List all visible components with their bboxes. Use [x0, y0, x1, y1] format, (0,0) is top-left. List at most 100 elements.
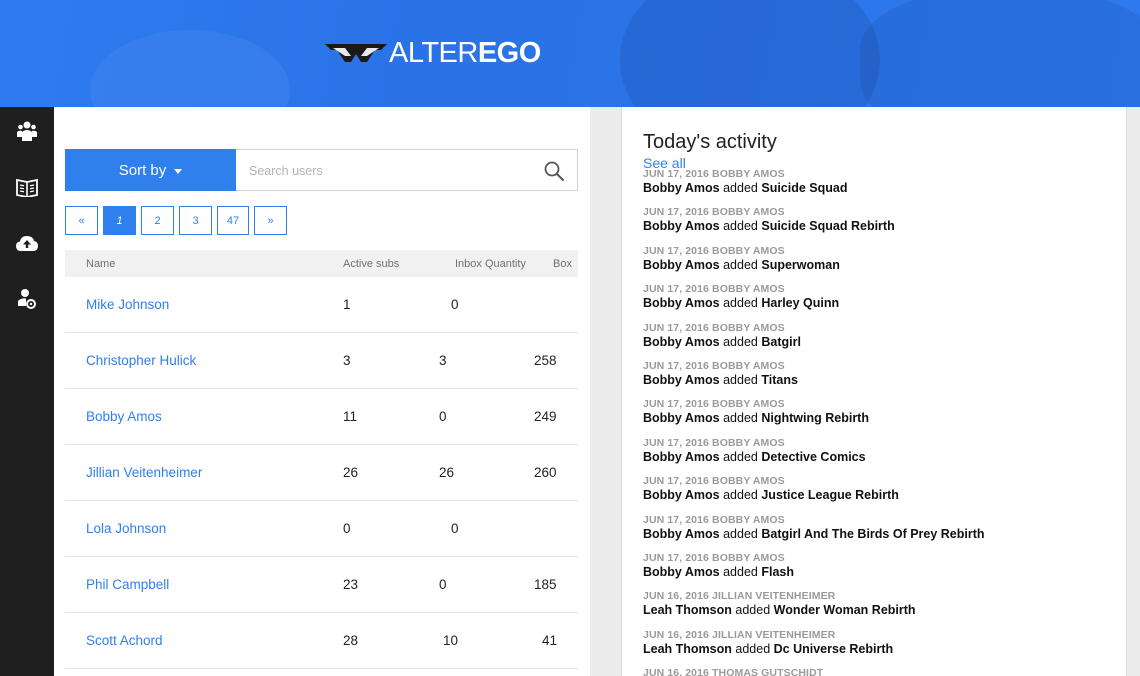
- activity-item: JUN 16, 2016 THOMAS GUTSCHIDT: [643, 667, 1113, 676]
- activity-meta: JUN 17, 2016 BOBBY AMOS: [643, 436, 785, 449]
- active-subs-value: 1: [343, 297, 351, 312]
- activity-line: Bobby Amos added Justice League Rebirth: [643, 488, 1113, 502]
- page-prev-button[interactable]: «: [65, 206, 98, 235]
- activity-comic-title: Flash: [761, 564, 795, 579]
- activity-verb: added: [735, 641, 771, 656]
- activity-item: JUN 17, 2016 BOBBY AMOS Bobby Amos added…: [643, 245, 1113, 283]
- activity-line: Bobby Amos added Suicide Squad Rebirth: [643, 219, 1113, 233]
- user-name-link[interactable]: Christopher Hulick: [86, 353, 196, 368]
- user-name-link[interactable]: Jillian Veitenheimer: [86, 465, 202, 480]
- activity-user: Bobby Amos: [643, 449, 720, 464]
- activity-user: Bobby Amos: [643, 257, 720, 272]
- user-name-link[interactable]: Scott Achord: [86, 633, 163, 648]
- table-header: Name Active subs Inbox Quantity Box: [65, 250, 578, 277]
- page-button-2[interactable]: 2: [141, 206, 174, 235]
- activity-meta: JUN 16, 2016 THOMAS GUTSCHIDT: [643, 667, 824, 676]
- activity-item: JUN 17, 2016 BOBBY AMOS Bobby Amos added…: [643, 437, 1113, 475]
- search-icon[interactable]: [543, 160, 565, 182]
- activity-meta: JUN 17, 2016 BOBBY AMOS: [643, 475, 785, 488]
- activity-comic-title: Suicide Squad Rebirth: [761, 219, 895, 234]
- column-header-inbox-quantity[interactable]: Inbox Quantity: [455, 258, 526, 270]
- activity-verb: added: [723, 411, 758, 426]
- active-subs-value: 26: [343, 465, 359, 480]
- activity-comic-title: Wonder Woman Rebirth: [773, 603, 916, 618]
- box-value: 41: [542, 633, 558, 648]
- activity-verb: added: [723, 564, 758, 579]
- activity-comic-title: Detective Comics: [761, 449, 866, 464]
- activity-item: JUN 17, 2016 BOBBY AMOS Bobby Amos added…: [643, 514, 1113, 552]
- header-texture: [620, 0, 880, 107]
- activity-meta: JUN 17, 2016 BOBBY AMOS: [643, 359, 785, 372]
- user-name-link[interactable]: Phil Campbell: [86, 577, 169, 592]
- active-subs-value: 0: [343, 521, 351, 536]
- app-header: ALTEREGO: [0, 0, 1140, 107]
- box-value: 260: [534, 465, 557, 480]
- activity-user: Bobby Amos: [643, 411, 720, 426]
- header-texture: [90, 30, 290, 107]
- activity-meta: JUN 17, 2016 BOBBY AMOS: [643, 244, 785, 257]
- user-name-link[interactable]: Bobby Amos: [86, 409, 162, 424]
- inbox-quantity-value: 26: [439, 465, 455, 480]
- caret-down-icon: [174, 168, 183, 174]
- column-header-active-subs[interactable]: Active subs: [343, 258, 399, 270]
- activity-item: JUN 17, 2016 BOBBY AMOS Bobby Amos added…: [643, 168, 1113, 206]
- activity-user: Bobby Amos: [643, 296, 720, 311]
- activity-list: JUN 17, 2016 BOBBY AMOS Bobby Amos added…: [643, 168, 1113, 676]
- page-button-1[interactable]: 1: [103, 206, 136, 235]
- column-header-name[interactable]: Name: [86, 258, 115, 270]
- inbox-quantity-value: 0: [439, 577, 447, 592]
- activity-user: Leah Thomson: [643, 641, 732, 656]
- user-name-link[interactable]: Mike Johnson: [86, 297, 169, 312]
- panel-gutter: [590, 107, 620, 676]
- pagination: « 1 2 3 47 »: [65, 206, 287, 235]
- table-row[interactable]: Scott Achord 28 10 41: [65, 613, 578, 669]
- page-next-button[interactable]: »: [254, 206, 287, 235]
- page-button-3[interactable]: 3: [179, 206, 212, 235]
- activity-line: Bobby Amos added Batgirl And The Birds O…: [643, 527, 1113, 541]
- activity-comic-title: Dc Universe Rebirth: [773, 641, 894, 656]
- activity-panel: Today's activity See all JUN 17, 2016 BO…: [621, 107, 1126, 676]
- table-row[interactable]: Christopher Hulick 3 3 258: [65, 333, 578, 389]
- table-row[interactable]: Mike Johnson 1 0: [65, 277, 578, 333]
- book-icon[interactable]: [15, 175, 39, 199]
- inbox-quantity-value: 0: [439, 409, 447, 424]
- activity-comic-title: Titans: [761, 372, 798, 387]
- activity-user: Bobby Amos: [643, 564, 720, 579]
- table-row[interactable]: Phil Campbell 23 0 185: [65, 557, 578, 613]
- users-icon[interactable]: [15, 119, 39, 143]
- activity-user: Bobby Amos: [643, 526, 720, 541]
- search-input[interactable]: [249, 160, 529, 182]
- table-row[interactable]: Lola Johnson 0 0: [65, 501, 578, 557]
- page-button-47[interactable]: 47: [217, 206, 249, 235]
- sort-by-button[interactable]: Sort by: [65, 149, 236, 191]
- activity-meta: JUN 16, 2016 JILLIAN VEITENHEIMER: [643, 628, 836, 641]
- logo-text: ALTEREGO: [389, 38, 541, 68]
- column-header-box[interactable]: Box: [553, 258, 572, 270]
- activity-verb: added: [723, 219, 758, 234]
- sidebar: [0, 107, 54, 676]
- logo[interactable]: ALTEREGO: [323, 38, 541, 68]
- user-settings-icon[interactable]: [15, 287, 39, 311]
- table-row[interactable]: Jillian Veitenheimer 26 26 260: [65, 445, 578, 501]
- activity-user: Bobby Amos: [643, 372, 720, 387]
- header-texture: [860, 0, 1140, 107]
- cloud-upload-icon[interactable]: [15, 231, 39, 255]
- activity-line: Bobby Amos added Harley Quinn: [643, 296, 1113, 310]
- activity-item: JUN 17, 2016 BOBBY AMOS Bobby Amos added…: [643, 206, 1113, 244]
- activity-verb: added: [723, 488, 758, 503]
- activity-line: Bobby Amos added Detective Comics: [643, 450, 1113, 464]
- activity-comic-title: Batgirl: [761, 334, 801, 349]
- activity-title: Today's activity: [643, 131, 777, 153]
- activity-comic-title: Nightwing Rebirth: [761, 411, 869, 426]
- activity-comic-title: Superwoman: [761, 257, 840, 272]
- activity-meta: JUN 17, 2016 BOBBY AMOS: [643, 283, 785, 296]
- table-row[interactable]: Bobby Amos 11 0 249: [65, 389, 578, 445]
- box-value: 258: [534, 353, 557, 368]
- box-value: 249: [534, 409, 557, 424]
- activity-user: Bobby Amos: [643, 181, 720, 195]
- active-subs-value: 11: [343, 409, 358, 424]
- activity-comic-title: Harley Quinn: [761, 296, 840, 311]
- user-name-link[interactable]: Lola Johnson: [86, 521, 166, 536]
- activity-item: JUN 16, 2016 JILLIAN VEITENHEIMER Leah T…: [643, 629, 1113, 667]
- activity-user: Bobby Amos: [643, 334, 720, 349]
